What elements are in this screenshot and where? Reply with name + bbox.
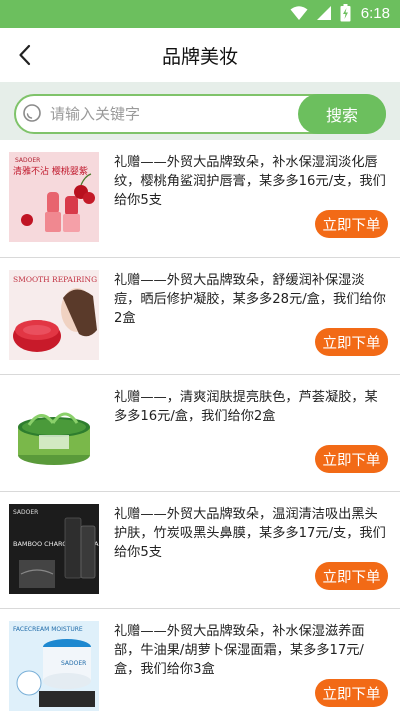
product-item[interactable]: 礼赠——，清爽润肤提亮肤色，芦荟凝胶，某多多16元/盒，我们给你2盒 立即下单	[0, 374, 400, 491]
buy-now-button[interactable]: 立即下单	[315, 328, 388, 356]
product-list: SADOER 清雅不沾 樱桃婴紫 礼赠——外贸大品牌致朵，补水保湿润淡化唇纹，樱…	[0, 140, 400, 712]
thumb-brand: SADOER	[15, 157, 40, 164]
product-description: 礼赠——外贸大品牌致朵，补水保湿润淡化唇纹，樱桃角鲨润护唇膏，某多多16元/支，…	[114, 155, 386, 208]
status-icons: 6:18	[290, 4, 390, 22]
thumb-brand: SADOER	[61, 660, 86, 667]
product-item[interactable]: SADOER BAMBOO CHARCOAL CLEAN 礼赠——外贸大品牌致朵…	[0, 491, 400, 608]
battery-icon	[340, 4, 351, 22]
product-description: 礼赠——外贸大品牌致朵，温润清洁吸出黑头护肤，竹炭吸黑头鼻膜，某多多17元/支，…	[114, 507, 386, 560]
product-item[interactable]: FACECREAM MOISTURE SADOER 礼赠——外贸大品牌致朵，补水…	[0, 608, 400, 712]
buy-now-button[interactable]: 立即下单	[315, 562, 388, 590]
product-description: 礼赠——，清爽润肤提亮肤色，芦荟凝胶，某多多16元/盒，我们给你2盒	[114, 390, 378, 424]
product-image-charcoal-mask: SADOER BAMBOO CHARCOAL CLEAN	[9, 504, 99, 594]
buy-now-button[interactable]: 立即下单	[315, 679, 388, 707]
wifi-icon	[290, 6, 308, 20]
product-image-aloe-gel	[9, 387, 99, 477]
product-description: 礼赠——外贸大品牌致朵，舒缓润补保湿淡痘，晒后修护凝胶，某多多28元/盒，我们给…	[114, 273, 386, 326]
status-time: 6:18	[360, 4, 390, 22]
product-item[interactable]: SMOOTH REPAIRING 礼赠——外贸大品牌致朵，舒缓润补保湿淡痘，晒后…	[0, 257, 400, 374]
thumb-text: FACECREAM MOISTURE	[13, 626, 83, 633]
thumb-brand: SMOOTH REPAIRING	[13, 275, 97, 284]
app-bar: 品牌美妆	[0, 28, 400, 82]
product-description: 礼赠——外贸大品牌致朵，补水保湿滋养面部，牛油果/胡萝卜保湿面霜，某多多17元/…	[114, 624, 365, 677]
thumb-brand: SADOER	[13, 509, 38, 516]
search-input[interactable]	[50, 103, 290, 125]
main-content: 搜索 SADOER 清雅不沾 樱桃婴紫 礼赠——外	[0, 82, 400, 712]
status-bar: 6:18	[0, 0, 400, 28]
thumb-text: 清雅不沾 樱桃婴紫	[13, 165, 88, 177]
buy-now-button[interactable]: 立即下单	[315, 210, 388, 238]
search-icon	[23, 104, 41, 122]
signal-icon	[316, 6, 331, 20]
product-image-soothing-gel: SMOOTH REPAIRING	[9, 270, 99, 360]
search-bar: 搜索	[14, 94, 386, 134]
search-button[interactable]: 搜索	[298, 94, 386, 134]
product-image-face-cream: FACECREAM MOISTURE SADOER	[9, 621, 99, 711]
product-item[interactable]: SADOER 清雅不沾 樱桃婴紫 礼赠——外贸大品牌致朵，补水保湿润淡化唇纹，樱…	[0, 140, 400, 257]
page-title: 品牌美妆	[161, 46, 238, 68]
product-image-lip-balm: SADOER 清雅不沾 樱桃婴紫	[9, 152, 99, 242]
buy-now-button[interactable]: 立即下单	[315, 445, 388, 473]
